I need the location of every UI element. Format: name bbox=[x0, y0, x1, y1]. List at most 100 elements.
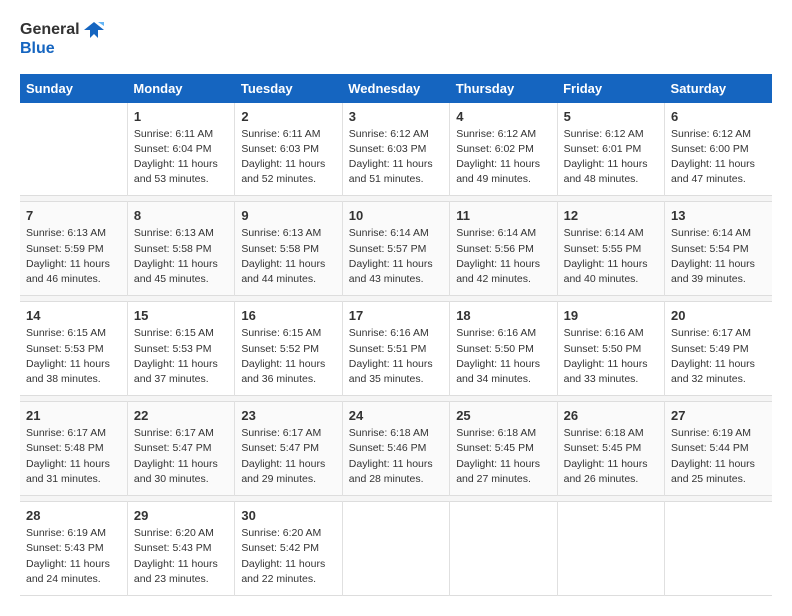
calendar-cell: 8 Sunrise: 6:13 AM Sunset: 5:58 PM Daylig… bbox=[127, 202, 234, 296]
day-info: Sunrise: 6:12 AM Sunset: 6:01 PM Dayligh… bbox=[564, 127, 658, 188]
day-number: 3 bbox=[349, 109, 443, 124]
day-info: Sunrise: 6:19 AM Sunset: 5:43 PM Dayligh… bbox=[26, 526, 121, 587]
column-header-wednesday: Wednesday bbox=[342, 74, 449, 103]
calendar-cell: 27 Sunrise: 6:19 AM Sunset: 5:44 PM Dayli… bbox=[665, 402, 772, 496]
logo-general: General bbox=[20, 21, 80, 38]
week-row-2: 7Sunrise: 6:13 AM Sunset: 5:59 PM Daylig… bbox=[20, 202, 772, 296]
day-info: Sunrise: 6:18 AM Sunset: 5:45 PM Dayligh… bbox=[564, 426, 658, 487]
day-number: 6 bbox=[671, 109, 766, 124]
calendar-cell: 11 Sunrise: 6:14 AM Sunset: 5:56 PM Dayli… bbox=[450, 202, 557, 296]
day-number: 9 bbox=[241, 208, 335, 223]
calendar-cell: 25 Sunrise: 6:18 AM Sunset: 5:45 PM Dayli… bbox=[450, 402, 557, 496]
column-header-friday: Friday bbox=[557, 74, 664, 103]
day-info: Sunrise: 6:15 AM Sunset: 5:53 PM Dayligh… bbox=[134, 326, 228, 387]
calendar-cell: 26 Sunrise: 6:18 AM Sunset: 5:45 PM Dayli… bbox=[557, 402, 664, 496]
calendar-cell: 9 Sunrise: 6:13 AM Sunset: 5:58 PM Daylig… bbox=[235, 202, 342, 296]
day-number: 25 bbox=[456, 408, 550, 423]
header-row: SundayMondayTuesdayWednesdayThursdayFrid… bbox=[20, 74, 772, 103]
day-info: Sunrise: 6:12 AM Sunset: 6:02 PM Dayligh… bbox=[456, 127, 550, 188]
day-number: 19 bbox=[564, 308, 658, 323]
day-info: Sunrise: 6:16 AM Sunset: 5:50 PM Dayligh… bbox=[564, 326, 658, 387]
logo-blue: Blue bbox=[20, 40, 55, 57]
day-number: 27 bbox=[671, 408, 766, 423]
column-header-tuesday: Tuesday bbox=[235, 74, 342, 103]
calendar-cell: 12 Sunrise: 6:14 AM Sunset: 5:55 PM Dayli… bbox=[557, 202, 664, 296]
day-number: 10 bbox=[349, 208, 443, 223]
calendar-cell: 20 Sunrise: 6:17 AM Sunset: 5:49 PM Dayli… bbox=[665, 302, 772, 396]
day-info: Sunrise: 6:14 AM Sunset: 5:56 PM Dayligh… bbox=[456, 226, 550, 287]
calendar-cell: 1 Sunrise: 6:11 AM Sunset: 6:04 PM Daylig… bbox=[127, 103, 234, 196]
calendar-cell: 7Sunrise: 6:13 AM Sunset: 5:59 PM Daylig… bbox=[20, 202, 127, 296]
day-info: Sunrise: 6:18 AM Sunset: 5:46 PM Dayligh… bbox=[349, 426, 443, 487]
calendar-cell: 15 Sunrise: 6:15 AM Sunset: 5:53 PM Dayli… bbox=[127, 302, 234, 396]
week-row-3: 14 Sunrise: 6:15 AM Sunset: 5:53 PM Dayli… bbox=[20, 302, 772, 396]
day-info: Sunrise: 6:14 AM Sunset: 5:55 PM Dayligh… bbox=[564, 226, 658, 287]
week-row-1: 1 Sunrise: 6:11 AM Sunset: 6:04 PM Daylig… bbox=[20, 103, 772, 196]
day-info: Sunrise: 6:18 AM Sunset: 5:45 PM Dayligh… bbox=[456, 426, 550, 487]
calendar-cell: 24 Sunrise: 6:18 AM Sunset: 5:46 PM Dayli… bbox=[342, 402, 449, 496]
day-number: 11 bbox=[456, 208, 550, 223]
day-info: Sunrise: 6:20 AM Sunset: 5:42 PM Dayligh… bbox=[241, 526, 335, 587]
calendar-cell: 16 Sunrise: 6:15 AM Sunset: 5:52 PM Dayli… bbox=[235, 302, 342, 396]
logo-text: General Blue bbox=[20, 20, 104, 58]
calendar-cell bbox=[557, 502, 664, 596]
day-number: 30 bbox=[241, 508, 335, 523]
calendar-cell: 6 Sunrise: 6:12 AM Sunset: 6:00 PM Daylig… bbox=[665, 103, 772, 196]
week-row-4: 21Sunrise: 6:17 AM Sunset: 5:48 PM Dayli… bbox=[20, 402, 772, 496]
day-info: Sunrise: 6:13 AM Sunset: 5:58 PM Dayligh… bbox=[134, 226, 228, 287]
day-number: 17 bbox=[349, 308, 443, 323]
day-number: 14 bbox=[26, 308, 121, 323]
day-number: 24 bbox=[349, 408, 443, 423]
calendar-cell: 23 Sunrise: 6:17 AM Sunset: 5:47 PM Dayli… bbox=[235, 402, 342, 496]
calendar-cell: 10 Sunrise: 6:14 AM Sunset: 5:57 PM Dayli… bbox=[342, 202, 449, 296]
day-number: 5 bbox=[564, 109, 658, 124]
day-number: 26 bbox=[564, 408, 658, 423]
day-info: Sunrise: 6:15 AM Sunset: 5:52 PM Dayligh… bbox=[241, 326, 335, 387]
day-number: 4 bbox=[456, 109, 550, 124]
day-info: Sunrise: 6:14 AM Sunset: 5:57 PM Dayligh… bbox=[349, 226, 443, 287]
calendar-cell bbox=[20, 103, 127, 196]
day-info: Sunrise: 6:13 AM Sunset: 5:58 PM Dayligh… bbox=[241, 226, 335, 287]
day-info: Sunrise: 6:17 AM Sunset: 5:47 PM Dayligh… bbox=[241, 426, 335, 487]
day-info: Sunrise: 6:19 AM Sunset: 5:44 PM Dayligh… bbox=[671, 426, 766, 487]
day-number: 22 bbox=[134, 408, 228, 423]
calendar-cell: 13 Sunrise: 6:14 AM Sunset: 5:54 PM Dayli… bbox=[665, 202, 772, 296]
day-number: 1 bbox=[134, 109, 228, 124]
column-header-saturday: Saturday bbox=[665, 74, 772, 103]
calendar-cell bbox=[450, 502, 557, 596]
calendar-cell: 5 Sunrise: 6:12 AM Sunset: 6:01 PM Daylig… bbox=[557, 103, 664, 196]
day-number: 8 bbox=[134, 208, 228, 223]
day-info: Sunrise: 6:15 AM Sunset: 5:53 PM Dayligh… bbox=[26, 326, 121, 387]
logo: General Blue bbox=[20, 20, 104, 58]
day-info: Sunrise: 6:11 AM Sunset: 6:04 PM Dayligh… bbox=[134, 127, 228, 188]
logo-bird-icon bbox=[84, 20, 104, 40]
calendar-table: SundayMondayTuesdayWednesdayThursdayFrid… bbox=[20, 74, 772, 596]
calendar-cell: 3 Sunrise: 6:12 AM Sunset: 6:03 PM Daylig… bbox=[342, 103, 449, 196]
calendar-cell bbox=[342, 502, 449, 596]
column-header-thursday: Thursday bbox=[450, 74, 557, 103]
day-number: 23 bbox=[241, 408, 335, 423]
day-number: 13 bbox=[671, 208, 766, 223]
day-info: Sunrise: 6:11 AM Sunset: 6:03 PM Dayligh… bbox=[241, 127, 335, 188]
day-info: Sunrise: 6:17 AM Sunset: 5:49 PM Dayligh… bbox=[671, 326, 766, 387]
calendar-cell: 17Sunrise: 6:16 AM Sunset: 5:51 PM Dayli… bbox=[342, 302, 449, 396]
day-info: Sunrise: 6:12 AM Sunset: 6:03 PM Dayligh… bbox=[349, 127, 443, 188]
day-info: Sunrise: 6:14 AM Sunset: 5:54 PM Dayligh… bbox=[671, 226, 766, 287]
calendar-cell: 4 Sunrise: 6:12 AM Sunset: 6:02 PM Daylig… bbox=[450, 103, 557, 196]
day-number: 15 bbox=[134, 308, 228, 323]
day-number: 20 bbox=[671, 308, 766, 323]
page-header: General Blue bbox=[20, 20, 772, 58]
day-number: 12 bbox=[564, 208, 658, 223]
day-info: Sunrise: 6:16 AM Sunset: 5:50 PM Dayligh… bbox=[456, 326, 550, 387]
day-info: Sunrise: 6:17 AM Sunset: 5:47 PM Dayligh… bbox=[134, 426, 228, 487]
calendar-cell bbox=[665, 502, 772, 596]
calendar-cell: 14 Sunrise: 6:15 AM Sunset: 5:53 PM Dayli… bbox=[20, 302, 127, 396]
day-number: 28 bbox=[26, 508, 121, 523]
calendar-cell: 21Sunrise: 6:17 AM Sunset: 5:48 PM Dayli… bbox=[20, 402, 127, 496]
calendar-cell: 28 Sunrise: 6:19 AM Sunset: 5:43 PM Dayli… bbox=[20, 502, 127, 596]
day-info: Sunrise: 6:12 AM Sunset: 6:00 PM Dayligh… bbox=[671, 127, 766, 188]
calendar-cell: 18Sunrise: 6:16 AM Sunset: 5:50 PM Dayli… bbox=[450, 302, 557, 396]
column-header-sunday: Sunday bbox=[20, 74, 127, 103]
day-number: 16 bbox=[241, 308, 335, 323]
week-row-5: 28 Sunrise: 6:19 AM Sunset: 5:43 PM Dayli… bbox=[20, 502, 772, 596]
